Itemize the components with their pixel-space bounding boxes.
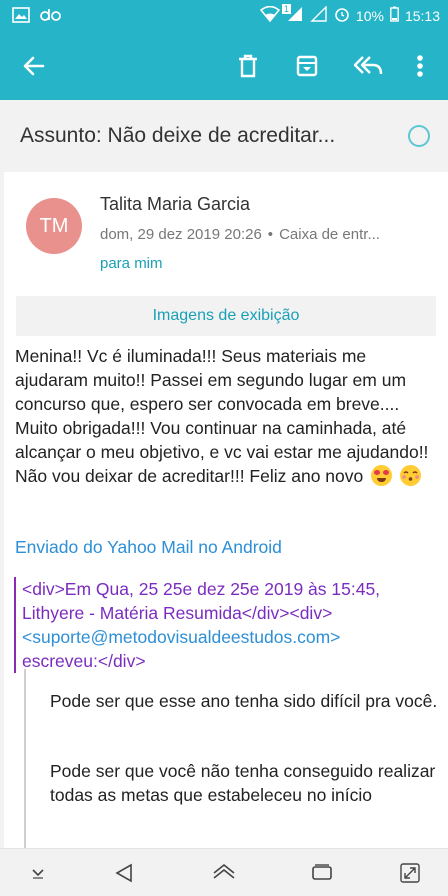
quoted-paragraph: Pode ser que esse ano tenha sido difícil… — [50, 691, 438, 711]
navigation-bar — [0, 848, 448, 896]
email-meta: dom, 29 dez 2019 20:26 • Caixa de entr... — [100, 226, 380, 243]
quote-header-line-1: <div>Em Qua, 25 25e dez 25e 2019 às 15:4… — [22, 579, 381, 623]
quote-header: <div>Em Qua, 25 25e dez 25e 2019 às 15:4… — [14, 577, 444, 673]
app-notification-icon — [40, 8, 62, 25]
hide-keyboard-button[interactable] — [22, 857, 54, 889]
email-subject: Assunto: Não deixe de acreditar... — [20, 124, 336, 147]
clock: 15:13 — [404, 7, 440, 24]
recents-icon — [312, 864, 332, 880]
archive-button[interactable] — [287, 46, 327, 86]
chevron-down-icon — [32, 869, 44, 879]
back-button[interactable] — [14, 46, 54, 86]
kissing-emoji-icon — [400, 465, 421, 486]
separator-dot: • — [267, 226, 274, 243]
quote-header-line-2: escreveu:</div> — [22, 651, 146, 671]
quoted-paragraph: Pode ser que você não tenha conseguido r… — [50, 761, 436, 805]
delete-button[interactable] — [228, 46, 268, 86]
show-images-button[interactable]: Imagens de exibição — [16, 296, 436, 336]
back-arrow-icon — [23, 56, 45, 76]
app-bar — [0, 32, 448, 100]
quoted-message: Pode ser que esse ano tenha sido difícil… — [24, 669, 444, 848]
heart-eyes-emoji-icon — [371, 465, 393, 486]
wifi-icon — [259, 5, 281, 25]
email-body-text: Menina!! Vc é iluminada!!! Seus materiai… — [15, 346, 429, 486]
gallery-notification-icon — [12, 7, 30, 26]
read-status-toggle[interactable] — [408, 125, 430, 147]
more-vert-icon — [417, 55, 423, 77]
expand-nav-button[interactable] — [394, 857, 426, 889]
sim-1-signal-icon: 1 — [281, 4, 304, 25]
alarm-icon — [334, 6, 350, 25]
signature-link[interactable]: Enviado do Yahoo Mail no Android — [15, 537, 282, 558]
sender-name[interactable]: Talita Maria Garcia — [100, 194, 250, 215]
email-folder: Caixa de entr... — [279, 226, 380, 243]
recipient-link[interactable]: para mim — [100, 255, 163, 272]
quote-email-link[interactable]: <suporte@metodovisualdeestudos.com> — [22, 627, 340, 647]
email-card: TM Talita Maria Garcia dom, 29 dez 2019 … — [4, 172, 448, 848]
sender-avatar: TM — [26, 198, 82, 254]
back-triangle-icon — [115, 863, 132, 883]
status-bar: 1 10% 15:13 — [0, 0, 448, 32]
battery-percent: 10% — [355, 7, 384, 24]
home-icon — [213, 863, 235, 879]
back-nav-button[interactable] — [108, 857, 140, 889]
more-options-button[interactable] — [400, 46, 440, 86]
home-nav-button[interactable] — [208, 857, 240, 889]
trash-icon — [239, 54, 257, 78]
email-body: Menina!! Vc é iluminada!!! Seus materiai… — [15, 344, 435, 488]
reply-all-icon — [353, 56, 383, 75]
archive-icon — [296, 55, 318, 77]
recents-nav-button[interactable] — [306, 857, 338, 889]
reply-all-button[interactable] — [348, 46, 388, 86]
sim-2-signal-icon — [310, 5, 328, 25]
email-date: dom, 29 dez 2019 20:26 — [100, 226, 262, 243]
subject-row: Assunto: Não deixe de acreditar... — [0, 100, 448, 172]
sim-badge: 1 — [281, 4, 291, 14]
battery-icon — [390, 6, 399, 25]
expand-icon — [400, 863, 420, 883]
